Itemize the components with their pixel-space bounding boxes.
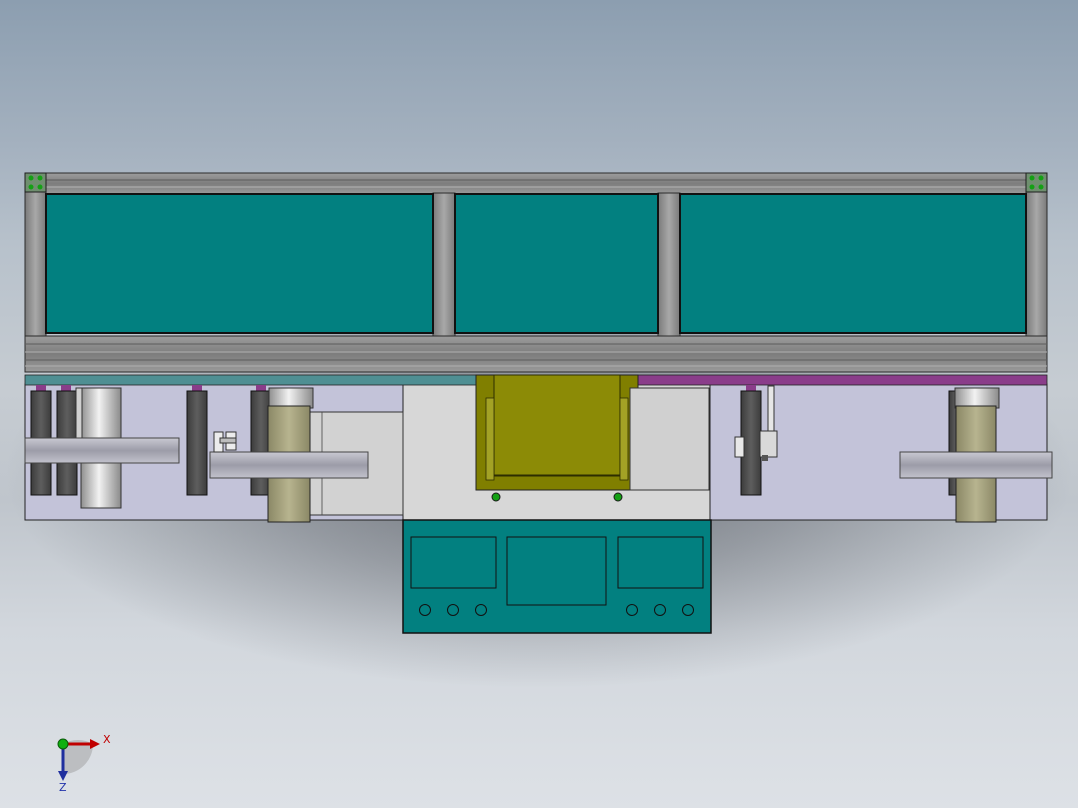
left-post: [24, 172, 47, 339]
mid-post-left: [432, 192, 456, 339]
right-post: [1025, 172, 1048, 339]
cabinet-knob: [475, 604, 487, 616]
coordinate-triad[interactable]: X Z: [57, 733, 111, 794]
silver-pulley-mid: [268, 387, 314, 409]
axis-x-label: X: [103, 733, 111, 746]
lower-rail: [24, 335, 1048, 373]
cabinet-panel-right: [617, 536, 704, 589]
cad-viewport[interactable]: X Z: [0, 0, 1078, 808]
belt-left: [24, 437, 180, 464]
window-panel-right: [679, 193, 1027, 334]
axis-z-label: Z: [59, 781, 67, 794]
mid-post-right: [657, 192, 681, 339]
roller: [186, 390, 208, 496]
corner-connector-right: [1025, 172, 1048, 193]
corner-connector-left: [24, 172, 47, 193]
top-rail: [24, 172, 1048, 195]
stripe-teal: [24, 374, 478, 386]
stripe-purple: [636, 374, 1048, 386]
window-panel-left: [45, 193, 434, 334]
cabinet-panel-center: [506, 536, 607, 606]
belt-right: [899, 451, 1053, 479]
cabinet-panel-left: [410, 536, 497, 589]
cabinet-knob: [419, 604, 431, 616]
window-panel-center: [454, 193, 659, 334]
silver-pulley-right: [954, 387, 1000, 409]
axis-y-dot-icon: [57, 738, 69, 750]
side-box-right: [629, 387, 710, 491]
cabinet-knob: [447, 604, 459, 616]
upper-frame: [24, 172, 1048, 373]
belt-mid: [209, 451, 369, 479]
cabinet-knob: [682, 604, 694, 616]
olive-core: [493, 374, 621, 476]
screw-right: [613, 492, 623, 502]
control-cabinet: [402, 519, 712, 634]
cabinet-knob: [626, 604, 638, 616]
screw-left: [491, 492, 501, 502]
lower-body: [24, 374, 1053, 523]
machine-front-view: X Z: [24, 172, 1053, 794]
cabinet-knob: [654, 604, 666, 616]
